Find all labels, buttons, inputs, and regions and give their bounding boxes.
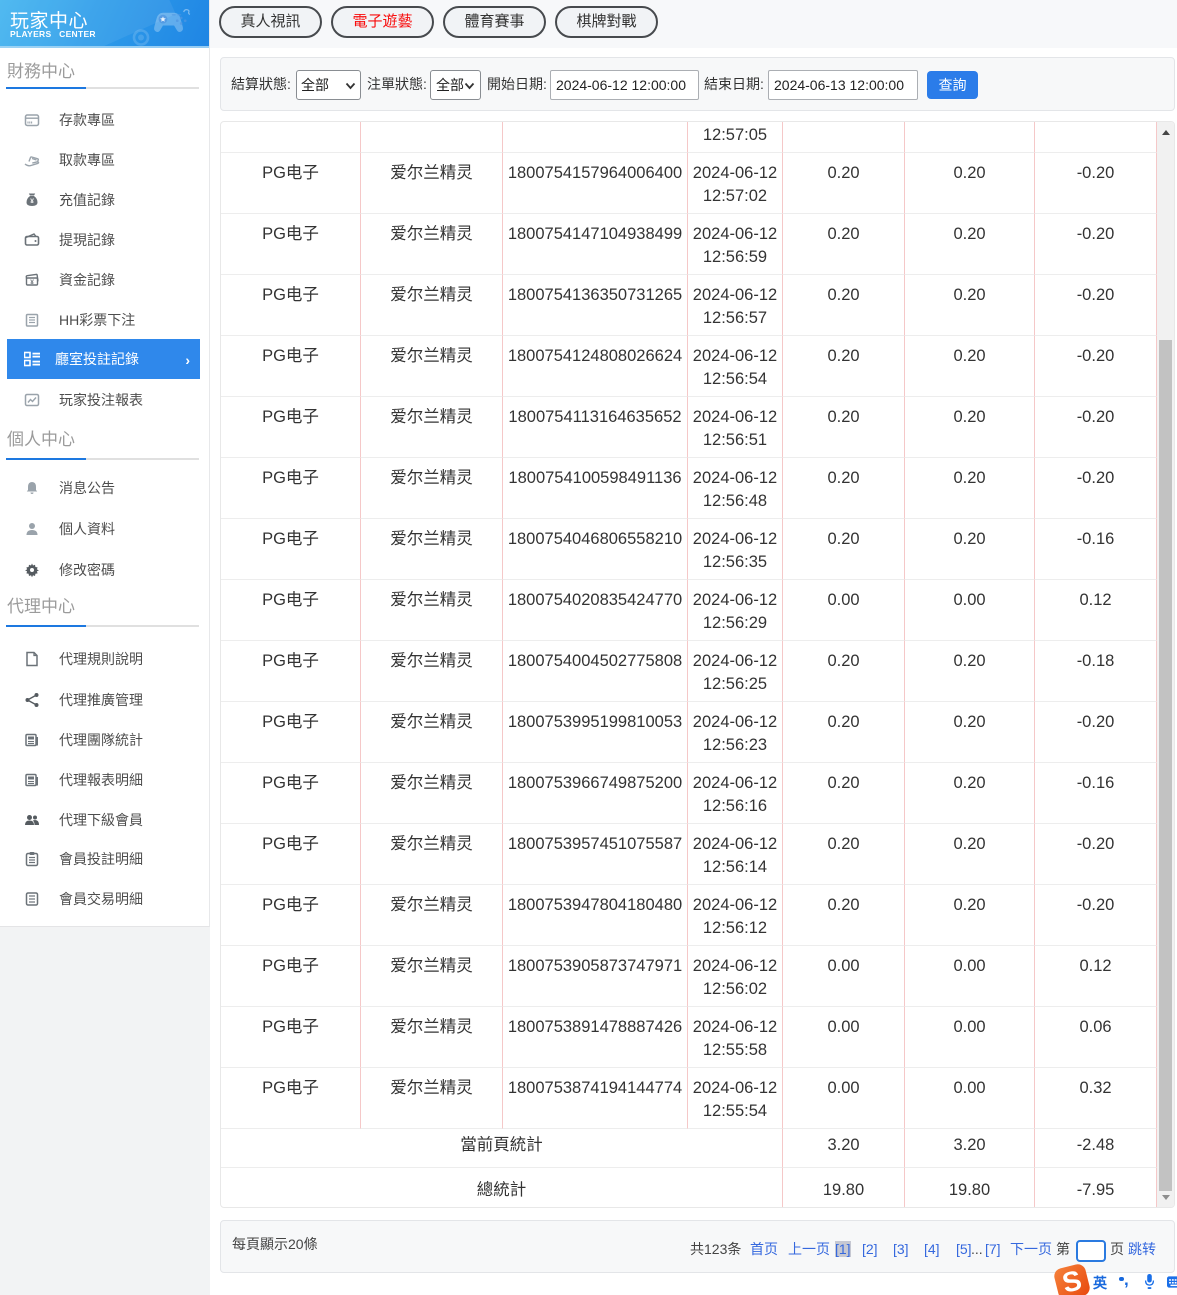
svg-text:¥: ¥: [30, 198, 34, 205]
svg-text:¥: ¥: [30, 279, 34, 286]
